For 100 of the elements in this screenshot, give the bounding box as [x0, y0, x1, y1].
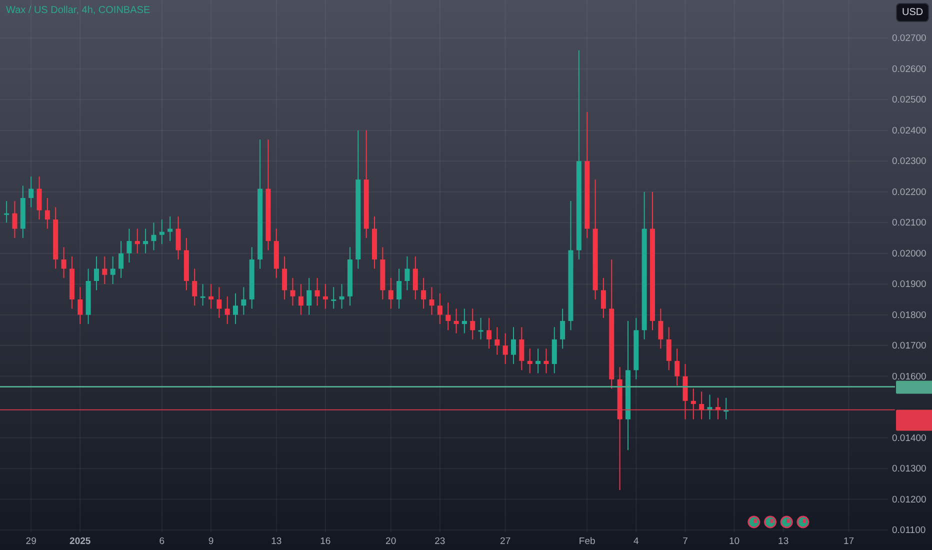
- candlestick: [462, 308, 467, 334]
- event-icon[interactable]: [796, 516, 810, 528]
- time-axis-label: 20: [386, 536, 396, 547]
- candlestick: [306, 277, 312, 316]
- price-axis-label: 0.02700: [892, 33, 926, 44]
- candlestick: [298, 284, 304, 316]
- candlestick: [44, 198, 50, 230]
- price-axis-label: 0.02200: [892, 186, 926, 198]
- candlestick: [470, 308, 476, 340]
- candlestick: [666, 326, 672, 371]
- candlestick: [421, 277, 426, 310]
- price-axis-label: 0.01300: [892, 464, 926, 475]
- candlestick: [658, 308, 664, 350]
- candlestick: [208, 284, 214, 310]
- candlestick: [372, 216, 377, 270]
- price-axis-label: 0.01600: [892, 371, 926, 382]
- price-axis-label: 0.02400: [892, 125, 926, 136]
- event-icon[interactable]: [764, 516, 776, 528]
- candlestick: [184, 237, 189, 291]
- candlestick: [36, 176, 42, 220]
- candlestick: [502, 332, 508, 364]
- time-axis-label: 6: [159, 536, 165, 547]
- price-axis-label: 0.01200: [892, 494, 926, 506]
- time-axis-label: 7: [682, 536, 688, 547]
- candlestick: [4, 200, 10, 224]
- time-axis-label: 2025: [70, 536, 91, 547]
- candlestick: [724, 397, 729, 420]
- candlestick: [437, 292, 442, 325]
- candlestick: [233, 292, 238, 325]
- price-axis-label: 0.01400: [892, 432, 926, 444]
- candlestick: [486, 317, 492, 350]
- time-axis-label: 16: [320, 536, 331, 547]
- candlestick: [290, 277, 296, 306]
- price-axis-label: 0.01800: [892, 310, 926, 321]
- price-axis-label: 0.02300: [892, 156, 926, 168]
- candlestick: [110, 256, 116, 285]
- candlestick: [682, 364, 688, 420]
- time-axis-label: 13: [271, 536, 282, 547]
- candlestick: [388, 277, 394, 310]
- candlestick: [674, 348, 680, 386]
- symbol-legend: Wax / US Dollar, 4h, COINBASE: [6, 5, 150, 16]
- candlestick: [28, 176, 34, 208]
- candlestick: [69, 256, 74, 310]
- time-axis-label: Feb: [578, 536, 596, 547]
- candlestick: [94, 256, 99, 291]
- price-axis-label: 0.01100: [892, 525, 926, 536]
- candlestick: [61, 246, 66, 278]
- candlestick: [707, 394, 712, 420]
- candlestick: [380, 246, 386, 300]
- candlestick: [314, 277, 320, 306]
- candlestick: [224, 296, 230, 325]
- candlestick: [544, 348, 549, 374]
- candlestick: [478, 317, 484, 340]
- candlestick: [322, 284, 328, 310]
- price-axis-label: 0.02600: [892, 64, 926, 75]
- time-axis-label: 13: [778, 536, 789, 547]
- candlestick: [134, 228, 140, 254]
- candlestick: [536, 348, 541, 374]
- time-axis-label: 10: [728, 536, 740, 547]
- candlestick: [396, 268, 402, 310]
- candlestick: [78, 286, 83, 325]
- event-icon[interactable]: [748, 516, 760, 528]
- candlestick: [176, 216, 181, 260]
- candlestick: [331, 286, 336, 310]
- candlestick: [446, 302, 451, 331]
- candlestick: [494, 326, 500, 356]
- candlestick: [282, 256, 288, 300]
- candlestick: [12, 200, 18, 238]
- candlestick: [552, 326, 557, 374]
- candlestick: [159, 219, 164, 245]
- candlestick: [347, 246, 352, 306]
- price-axis-label: 0.02000: [892, 248, 926, 260]
- candlestick: [429, 286, 434, 316]
- currency-button[interactable]: USD: [896, 3, 930, 22]
- candlestick: [699, 391, 704, 420]
- candlestick: [143, 228, 148, 254]
- candlestick: [511, 326, 516, 364]
- time-axis-label: 17: [843, 536, 854, 547]
- candlestick: [519, 326, 524, 371]
- candlestick: [200, 284, 206, 306]
- candlestick: [339, 284, 344, 310]
- candlestick: [274, 228, 279, 278]
- candlestick: [690, 388, 696, 420]
- candlestick: [715, 397, 720, 420]
- candlestick: [168, 216, 173, 242]
- price-axis-label: 0.02500: [892, 94, 926, 106]
- candlestick: [634, 317, 639, 380]
- candlestick: [560, 308, 566, 350]
- candlestick: [118, 240, 124, 278]
- candlestick: [454, 308, 459, 334]
- candlestick: [151, 222, 156, 251]
- price-axis-label: 0.02100: [892, 218, 926, 229]
- candlestick: [216, 286, 222, 318]
- candlestick: [53, 206, 58, 270]
- candlestick: [404, 256, 410, 291]
- price-axis-label: 0.01700: [892, 340, 926, 352]
- event-icon[interactable]: [780, 516, 793, 528]
- time-axis-label: 29: [26, 536, 36, 547]
- time-axis-label: 4: [634, 536, 639, 547]
- candlestick: [249, 246, 254, 310]
